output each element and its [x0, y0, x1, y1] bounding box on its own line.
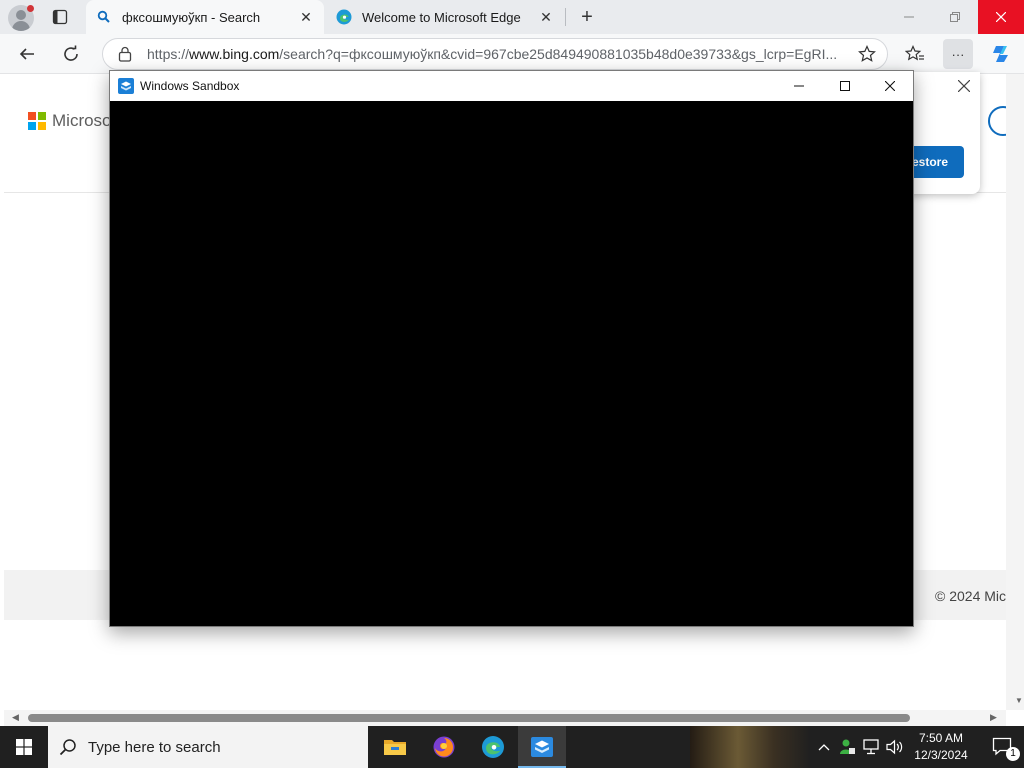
user-shield-icon: [840, 739, 855, 754]
refresh-button[interactable]: [56, 39, 86, 69]
sandbox-minimize-button[interactable]: [776, 71, 822, 101]
windows-sandbox-icon: [118, 78, 134, 94]
profile-notification-dot: [27, 5, 34, 12]
minimize-icon: [904, 16, 914, 18]
chevron-up-icon: [818, 744, 830, 751]
scroll-down-arrow-icon[interactable]: ▼: [1015, 696, 1023, 705]
sandbox-display-area[interactable]: [110, 101, 913, 626]
tab-actions-icon: [52, 9, 68, 25]
tray-network[interactable]: [860, 726, 882, 768]
network-icon: [863, 739, 879, 755]
file-explorer-icon: [384, 740, 406, 755]
restore-icon: [950, 12, 960, 22]
taskbar-clock[interactable]: 7:50 AM 12/3/2024: [905, 730, 977, 764]
popup-close-button[interactable]: [954, 76, 974, 96]
back-button[interactable]: [12, 39, 42, 69]
minimize-icon: [794, 85, 804, 87]
windows-sandbox-icon: [531, 737, 553, 757]
favorite-star-icon[interactable]: [847, 45, 887, 63]
tab-bing-search[interactable]: фксошмуюўкп - Search ✕: [86, 0, 324, 34]
tab-close-icon[interactable]: ✕: [298, 9, 314, 25]
tab-welcome-edge[interactable]: Welcome to Microsoft Edge ✕: [326, 0, 564, 34]
scroll-left-arrow-icon[interactable]: ◀: [12, 712, 19, 723]
clock-date: 12/3/2024: [914, 748, 968, 762]
taskbar-search-box[interactable]: Type here to search: [48, 726, 368, 768]
clock-time: 7:50 AM: [918, 731, 964, 745]
tab-close-icon[interactable]: ✕: [538, 9, 554, 25]
tray-volume[interactable]: [884, 726, 906, 768]
edge-icon: [336, 9, 352, 25]
taskbar-firefox[interactable]: [420, 726, 468, 768]
lock-icon[interactable]: [103, 46, 147, 62]
close-window-button[interactable]: [978, 0, 1024, 34]
sandbox-title-bar[interactable]: Windows Sandbox: [110, 71, 913, 101]
tab-title: фксошмуюўкп - Search: [122, 9, 261, 25]
windows-sandbox-window: Windows Sandbox: [109, 70, 914, 627]
sandbox-close-button[interactable]: [867, 71, 913, 101]
speaker-icon: [886, 739, 903, 755]
firefox-icon: [433, 736, 455, 758]
windows-taskbar: Type here to search 7:50 AM 12/3/2024 1: [0, 726, 1024, 768]
minimize-button[interactable]: [886, 0, 932, 34]
address-bar[interactable]: https://www.bing.com/search?q=фксошмуюўк…: [102, 38, 888, 70]
tab-actions-button[interactable]: [45, 5, 75, 29]
search-icon: [96, 9, 112, 25]
new-tab-button[interactable]: +: [576, 6, 598, 28]
page-vertical-scrollbar[interactable]: ▼: [1006, 74, 1024, 710]
copilot-icon: [993, 46, 1008, 62]
notification-count-badge: 1: [1006, 747, 1020, 761]
tab-separator: [565, 8, 566, 26]
maximize-icon: [840, 81, 850, 91]
refresh-icon: [64, 45, 78, 61]
close-icon: [996, 12, 1006, 22]
tray-user-app[interactable]: [836, 726, 858, 768]
close-icon: [885, 81, 895, 91]
taskbar-edge[interactable]: [469, 726, 517, 768]
close-icon: [958, 80, 970, 92]
windows-logo-icon: [16, 739, 32, 755]
browser-tab-bar: фксошмуюўкп - Search ✕ Welcome to Micros…: [0, 0, 1024, 34]
favorites-button[interactable]: [900, 39, 930, 69]
favorites-icon: [905, 45, 924, 61]
taskbar-windows-sandbox[interactable]: [518, 726, 566, 768]
tab-title: Welcome to Microsoft Edge: [362, 9, 521, 25]
browser-toolbar: https://www.bing.com/search?q=фксошмуюўк…: [0, 34, 1024, 74]
desktop-wallpaper-peek: [690, 726, 810, 768]
microsoft-grid-icon: [28, 112, 46, 130]
start-button[interactable]: [0, 726, 48, 768]
taskbar-file-explorer[interactable]: [371, 726, 419, 768]
horizontal-scroll-thumb[interactable]: [28, 714, 910, 722]
search-icon: [48, 738, 88, 756]
action-center-button[interactable]: 1: [982, 726, 1024, 768]
edge-icon: [482, 736, 504, 758]
sandbox-title: Windows Sandbox: [140, 79, 240, 93]
page-horizontal-scrollbar[interactable]: ◀ ▶: [4, 710, 1006, 726]
copilot-button[interactable]: [986, 39, 1016, 69]
scroll-right-arrow-icon[interactable]: ▶: [990, 712, 997, 723]
restore-window-button[interactable]: [932, 0, 978, 34]
taskbar-search-placeholder: Type here to search: [88, 738, 221, 756]
address-url[interactable]: https://www.bing.com/search?q=фксошмуюўк…: [147, 46, 847, 62]
show-hidden-icons-button[interactable]: [814, 726, 834, 768]
copyright-text: © 2024 Mic: [935, 588, 1007, 604]
microsoft-logo[interactable]: Microsoft: [28, 111, 121, 131]
sandbox-maximize-button[interactable]: [822, 71, 868, 101]
settings-more-button[interactable]: ···: [943, 39, 973, 69]
back-arrow-icon: [19, 48, 34, 60]
